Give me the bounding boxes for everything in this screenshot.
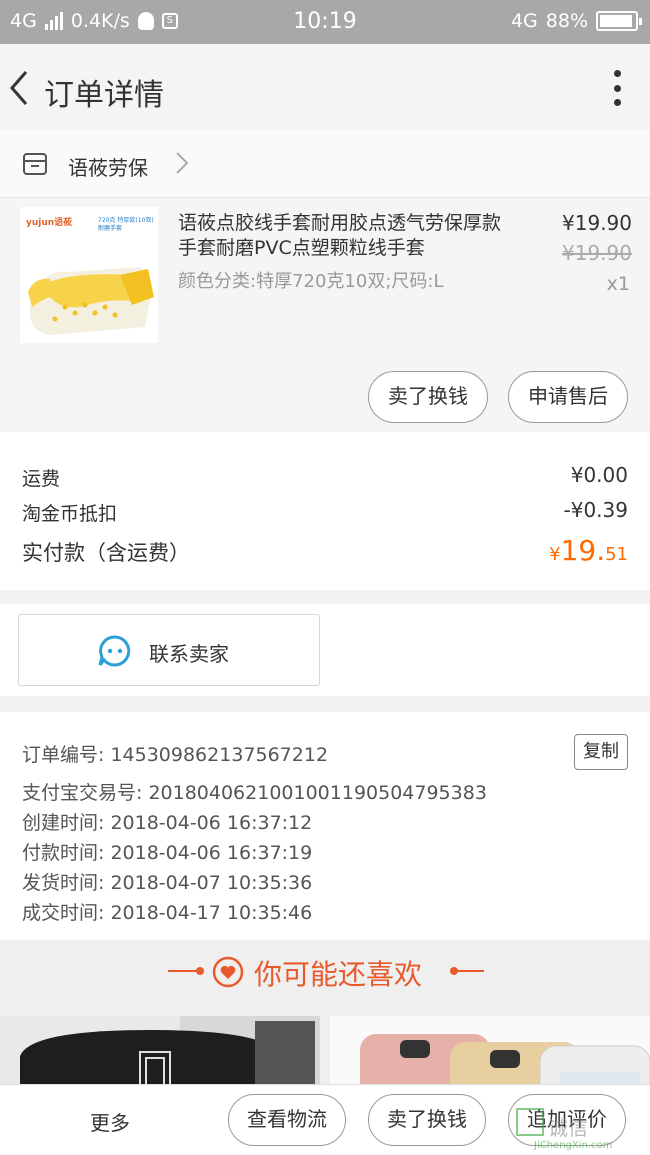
contact-seller-label: 联系卖家 [149,642,229,666]
shop-row[interactable]: 语莜劳保 [0,130,650,198]
product-title[interactable]: 语莜点胶线手套耐用胶点透气劳保厚款手套耐磨PVC点塑颗粒线手套 [178,211,518,261]
shop-icon [23,153,47,175]
shop-name: 语莜劳保 [68,156,148,180]
apply-after-sale-button[interactable]: 申请售后 [508,371,628,423]
coin-deduct-value: -¥0.39 [563,498,628,522]
product-sku: 颜色分类:特厚720克10双;尺码:L [178,271,444,292]
recommend-card[interactable] [330,1016,650,1084]
total-paid-value: ¥19.51 [549,534,628,567]
gloves-illustration [28,267,154,335]
contact-area: 联系卖家 [0,604,650,696]
watermark-logo: 诚信 JiChengXin.com [504,1104,644,1154]
product-original-price: ¥19.90 [562,241,632,265]
network-type-right: 4G [510,10,538,32]
shipped-time: 发货时间: 2018-04-07 10:35:36 [22,872,313,894]
battery-icon [596,11,642,31]
heart-icon [212,956,244,988]
sell-for-cash-bottom-button[interactable]: 卖了换钱 [368,1094,486,1146]
payment-summary: 运费 ¥0.00 淘金币抵扣 -¥0.39 实付款（含运费） ¥19.51 [0,432,650,590]
recommend-card[interactable] [0,1016,320,1084]
coin-deduct-label: 淘金币抵扣 [22,503,118,525]
divider-dot-left [196,967,204,975]
product-image[interactable]: yujun语莜 720克 特厚款(10双) 耐磨手套 [20,207,158,343]
battery-percent: 88% [545,10,588,32]
completed-time: 成交时间: 2018-04-17 10:35:46 [22,902,313,924]
back-arrow-icon[interactable] [6,68,36,108]
recommend-title: 你可能还喜欢 [254,958,423,991]
alipay-number: 支付宝交易号: 2018040621001001190504795383 [22,782,487,804]
product-item[interactable]: yujun语莜 720克 特厚款(10双) 耐磨手套 语莜点胶线手套耐用胶点透气… [0,199,650,431]
mirror-illustration [0,1016,320,1084]
shipping-value: ¥0.00 [570,463,628,487]
watermark-box-icon [516,1108,544,1136]
product-quantity: x1 [606,273,630,295]
phones-illustration [330,1016,650,1084]
shipping-label: 运费 [22,468,61,490]
recommend-header: 你可能还喜欢 [0,940,650,1004]
divider-left [168,970,198,972]
order-number: 订单编号: 1453098621375672​12 [22,744,329,766]
watermark-url: JiChengXin.com [534,1140,613,1151]
divider-right [454,970,484,972]
created-time: 创建时间: 2018-04-06 16:37:12 [22,812,313,834]
order-info: 订单编号: 1453098621375672​12 复制 支付宝交易号: 201… [0,712,650,940]
status-bar: 4G 0.4K/s S 10:19 4G 88% [0,0,650,44]
more-options-icon[interactable] [612,70,622,106]
more-button[interactable]: 更多 [90,1107,130,1136]
chevron-right-icon [176,152,189,174]
watermark-text: 诚信 [548,1116,588,1140]
total-paid-label: 实付款（含运费） [22,541,190,565]
contact-seller-button[interactable]: 联系卖家 [18,614,320,686]
copy-button[interactable]: 复制 [574,734,628,770]
paid-time: 付款时间: 2018-04-06 16:37:19 [22,842,313,864]
page-title: 订单详情 [44,78,164,113]
status-right: 4G 88% [510,10,642,32]
product-price: ¥19.90 [562,211,632,235]
chat-face-icon [98,635,131,667]
sell-for-cash-button[interactable]: 卖了换钱 [368,371,488,423]
nav-bar: 订单详情 [0,44,650,130]
view-logistics-button[interactable]: 查看物流 [228,1094,346,1146]
recommend-grid [0,1004,650,1084]
